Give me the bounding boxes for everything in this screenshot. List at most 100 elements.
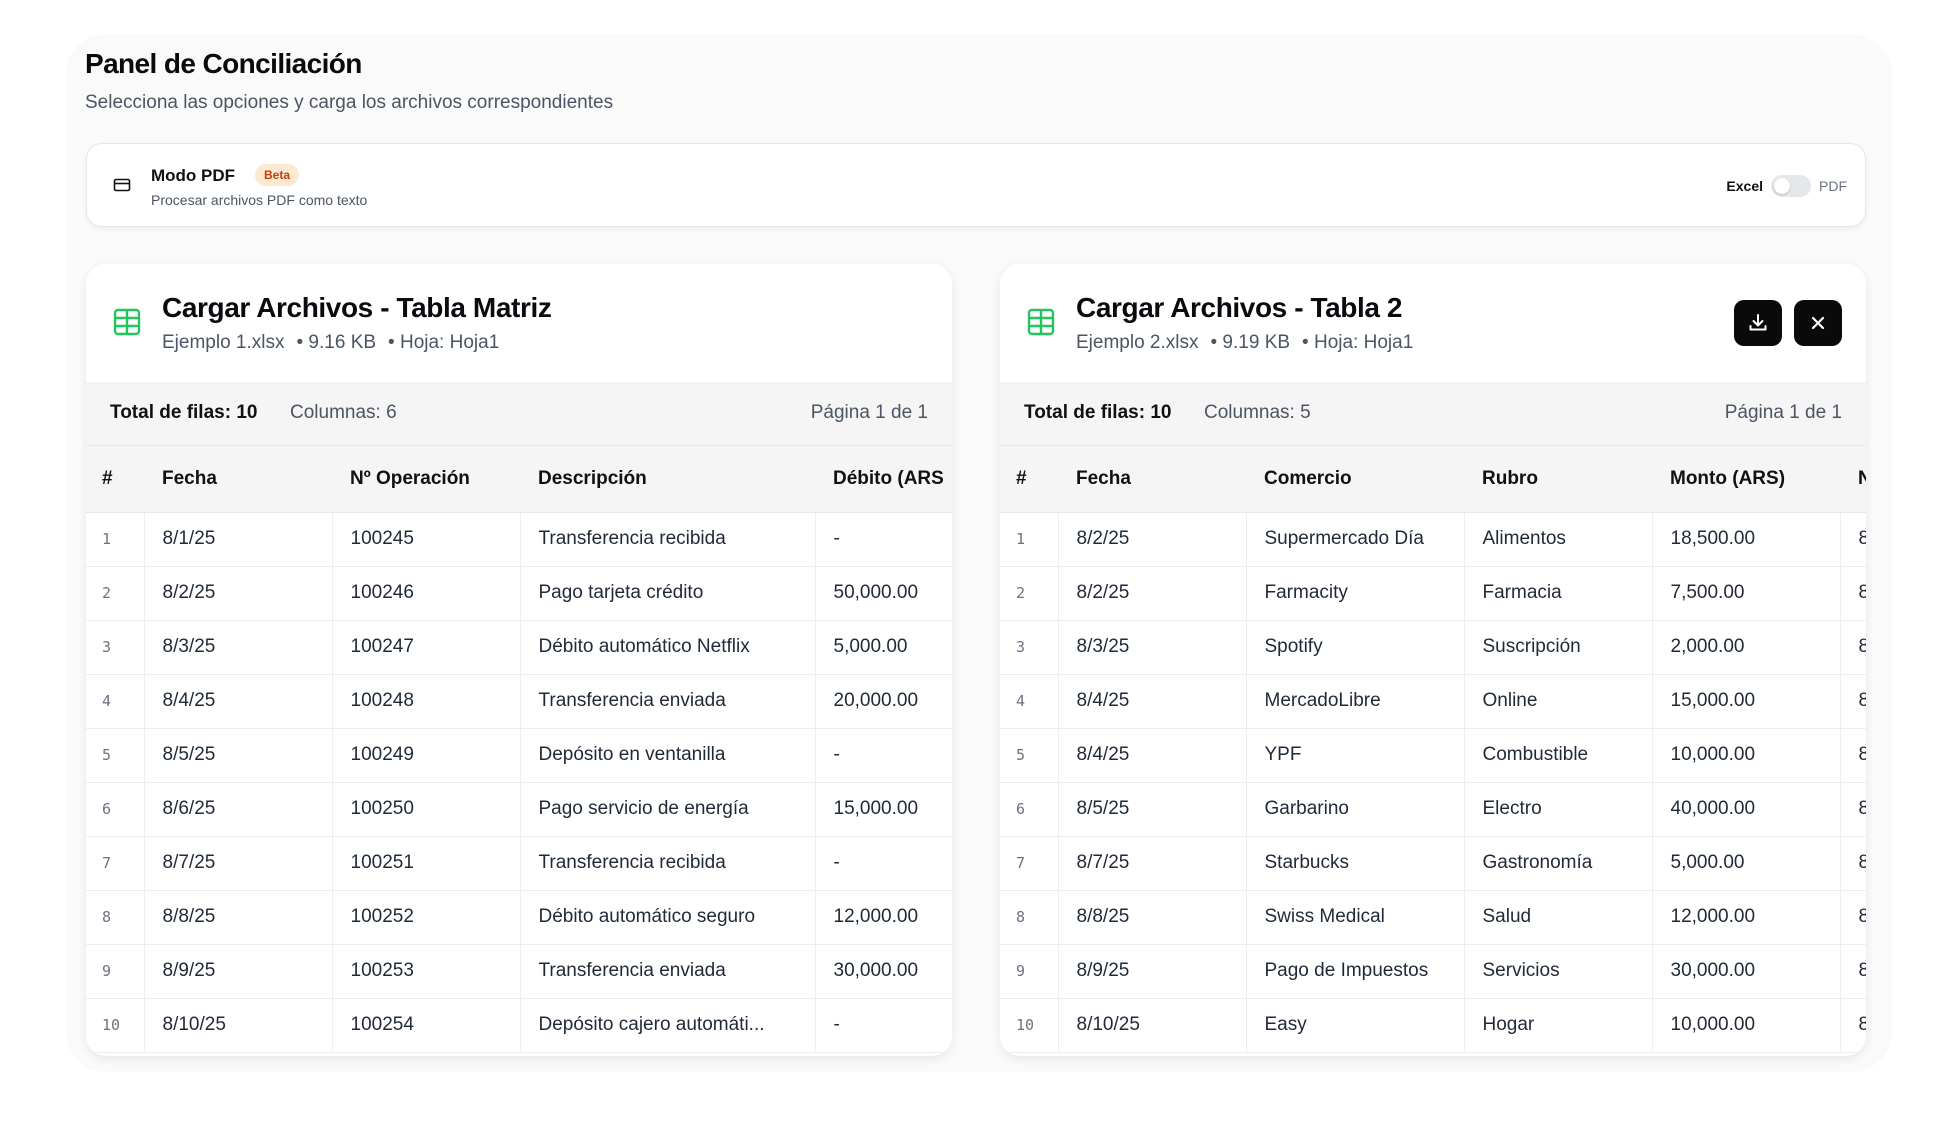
file-size: • 9.19 KB (1210, 332, 1291, 353)
table-cell: 18,500.00 (1652, 512, 1841, 566)
table-cell: Depósito en ventanilla (520, 728, 816, 782)
close-icon (1811, 316, 1825, 330)
table-cell: 8/1/25 (144, 512, 333, 566)
table-row: 1 8/1/25 100245 Transferencia recibida - (86, 512, 952, 566)
column-header[interactable]: N (1840, 446, 1866, 513)
table-cell: Transferencia recibida (520, 512, 816, 566)
table-cell: 8/7/25 (1058, 836, 1247, 890)
row-index: 4 (1000, 674, 1059, 728)
table-row: 58/4/25YPFCombustible10,000.008 (1000, 728, 1866, 782)
file-card-tabla-2: Cargar Archivos - Tabla 2 Ejemplo 2.xlsx… (1000, 264, 1866, 1056)
table-cell: 15,000.00 (833, 798, 919, 819)
table-cell: 8/8/25 (144, 890, 333, 944)
file-meta: Ejemplo 1.xlsx • 9.16 KB • Hoja: Hoja1 (162, 332, 499, 354)
column-header[interactable]: # (86, 446, 144, 513)
table-scroll-area[interactable]: # Fecha Comercio Rubro Monto (ARS) N 1 8/… (1000, 446, 1866, 1056)
table-cell: MercadoLibre (1246, 674, 1465, 728)
download-icon (1749, 314, 1767, 331)
table-cell: 20,000.00 (833, 690, 919, 711)
table-row: 68/5/25GarbarinoElectro40,000.008 (1000, 782, 1866, 836)
table-cell: Débito automático seguro (520, 890, 816, 944)
table-cell: 8 (1840, 620, 1867, 674)
table-cell: 100247 (332, 620, 521, 674)
table-cell: 8 (1840, 728, 1867, 782)
table-cell: Alimentos (1464, 512, 1653, 566)
table-cell: Servicios (1464, 944, 1653, 998)
table-cell: - (833, 528, 840, 549)
card-title: Cargar Archivos - Tabla Matriz (162, 292, 552, 323)
table-cell: Pago de Impuestos (1246, 944, 1465, 998)
column-header[interactable]: Nº Operación (332, 446, 520, 513)
mode-toggle[interactable] (1771, 175, 1811, 197)
table-row: 2 8/2/25 100246 Pago tarjeta crédito 50,000.… (86, 566, 952, 620)
table-cell: Débito automático Netflix (520, 620, 816, 674)
table-cell: Hogar (1464, 998, 1653, 1052)
table-scroll-area[interactable]: # Fecha Nº Operación Descripción Débito … (86, 446, 952, 1056)
file-name: Ejemplo 1.xlsx (162, 332, 285, 353)
column-header[interactable]: # (1000, 446, 1058, 513)
table-row: 3 8/3/25 100247 Débito automático Netflix 5,… (86, 620, 952, 674)
table-row: 38/3/25SpotifySuscripción2,000.008 (1000, 620, 1866, 674)
download-button[interactable] (1734, 300, 1782, 346)
row-index: 8 (1000, 890, 1059, 944)
row-index: 2 (86, 566, 145, 620)
table-cell: 8/10/25 (1058, 998, 1247, 1052)
sheet-name: • Hoja: Hoja1 (1302, 332, 1414, 353)
table-cell: 7,500.00 (1652, 566, 1841, 620)
table-cell: Pago tarjeta crédito (520, 566, 816, 620)
table-cell: 5,000.00 (833, 636, 908, 657)
row-index: 10 (1000, 998, 1059, 1052)
table-cell: 8 (1840, 998, 1867, 1052)
table-row: 9 8/9/25 100253 Transferencia enviada 30,000… (86, 944, 952, 998)
column-header[interactable]: Monto (ARS) (1652, 446, 1840, 513)
table-cell: 8/8/25 (1058, 890, 1247, 944)
table-cell: 8 (1840, 890, 1867, 944)
card-title: Cargar Archivos - Tabla 2 (1076, 292, 1403, 323)
row-index: 3 (1000, 620, 1059, 674)
file-name: Ejemplo 2.xlsx (1076, 332, 1199, 353)
column-header[interactable]: Descripción (520, 446, 815, 513)
row-index: 2 (1000, 566, 1059, 620)
table-cell: 100246 (332, 566, 521, 620)
table-cell: 8/2/25 (1058, 566, 1247, 620)
card-icon (113, 178, 131, 192)
table-cell: 2,000.00 (1652, 620, 1841, 674)
table-cell: 8/10/25 (144, 998, 333, 1052)
table-header-row: # Fecha Comercio Rubro Monto (ARS) N (1000, 446, 1866, 513)
row-index: 3 (86, 620, 145, 674)
table-cell: 12,000.00 (833, 906, 919, 927)
table-cell: Starbucks (1246, 836, 1465, 890)
table-row: 108/10/25EasyHogar10,000.008 (1000, 998, 1866, 1052)
table-cell: 8 (1840, 674, 1867, 728)
table-cell: - (833, 744, 840, 765)
toggle-label-excel: Excel (1726, 178, 1763, 194)
table-cell: 12,000.00 (1652, 890, 1841, 944)
table-cell: 8/9/25 (144, 944, 333, 998)
table-cell: Transferencia recibida (520, 836, 816, 890)
table-row: 6 8/6/25 100250 Pago servicio de energía 15,… (86, 782, 952, 836)
row-index: 5 (86, 728, 145, 782)
table-cell: 40,000.00 (1652, 782, 1841, 836)
close-button[interactable] (1794, 300, 1842, 346)
row-index: 5 (1000, 728, 1059, 782)
column-header[interactable]: Débito (ARS (815, 446, 952, 513)
table-row: 8 8/8/25 100252 Débito automático seguro 12,… (86, 890, 952, 944)
pdf-mode-description: Procesar archivos PDF como texto (151, 192, 368, 208)
table-row: 5 8/5/25 100249 Depósito en ventanilla - (86, 728, 952, 782)
table-row: 88/8/25Swiss MedicalSalud12,000.008 (1000, 890, 1866, 944)
column-header[interactable]: Comercio (1246, 446, 1464, 513)
page-indicator: Página 1 de 1 (810, 402, 928, 423)
spreadsheet-icon (113, 308, 141, 336)
sheet-name: • Hoja: Hoja1 (388, 332, 500, 353)
table-cell: Online (1464, 674, 1653, 728)
table-cell: 30,000.00 (1652, 944, 1841, 998)
column-header[interactable]: Rubro (1464, 446, 1652, 513)
column-header[interactable]: Fecha (1058, 446, 1246, 513)
table-cell: 8/5/25 (144, 728, 333, 782)
table-row: 28/2/25FarmacityFarmacia7,500.008 (1000, 566, 1866, 620)
mode-toggle-group: Excel PDF (1726, 174, 1847, 198)
toggle-label-pdf: PDF (1819, 178, 1847, 194)
table-cell: 8 (1840, 836, 1867, 890)
table-summary: Total de filas: 10 Columnas: 6 Página 1 … (86, 382, 952, 446)
column-header[interactable]: Fecha (144, 446, 332, 513)
